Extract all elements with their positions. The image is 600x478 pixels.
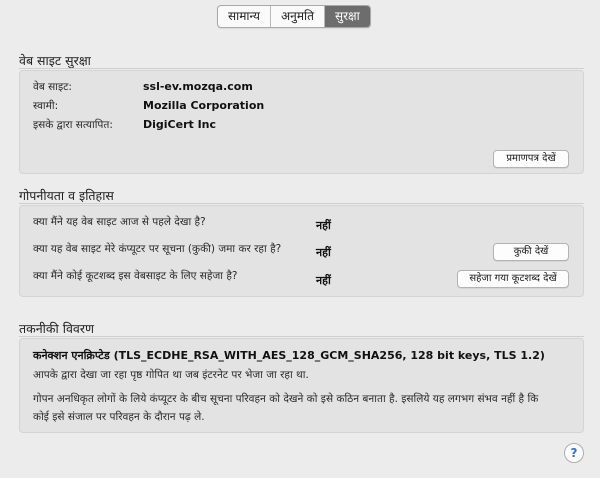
help-button[interactable]: ? bbox=[564, 443, 584, 463]
encryption-explanation-line2: कोई इसे संजाल पर परिवहन के दौरान पढ़ ले. bbox=[33, 411, 205, 423]
tab-bar: सामान्य अनुमति सुरक्षा bbox=[217, 5, 371, 28]
website-security-title: वेब साइट सुरक्षा bbox=[19, 53, 91, 68]
visited-before-question: क्या मैंने यह वेब साइट आज से पहले देखा ह… bbox=[33, 216, 206, 228]
verified-by-value: DigiCert Inc bbox=[143, 118, 217, 131]
owner-value: Mozilla Corporation bbox=[143, 99, 265, 112]
encryption-description: आपके द्वारा देखा जा रहा पृष्ठ गोपित था ज… bbox=[33, 369, 309, 381]
tab-general[interactable]: सामान्य bbox=[218, 6, 272, 27]
website-label: वेब साइट: bbox=[33, 81, 72, 93]
view-certificate-button[interactable]: प्रमाणपत्र देखें bbox=[493, 150, 569, 168]
connection-encrypted-heading: कनेक्शन एनक्रिप्टेड (TLS_ECDHE_RSA_WITH_… bbox=[33, 349, 545, 362]
cookies-answer: नहीं bbox=[316, 246, 331, 259]
owner-label: स्वामी: bbox=[33, 100, 59, 112]
view-cookies-button[interactable]: कुकी देखें bbox=[493, 243, 569, 261]
encryption-explanation-line1: गोपन अनधिकृत लोगों के लिये कंप्यूटर के ब… bbox=[33, 393, 539, 405]
privacy-history-title: गोपनीयता व इतिहास bbox=[19, 188, 114, 203]
privacy-history-group: क्या मैंने यह वेब साइट आज से पहले देखा ह… bbox=[19, 205, 584, 297]
technical-details-group: कनेक्शन एनक्रिप्टेड (TLS_ECDHE_RSA_WITH_… bbox=[19, 338, 584, 433]
website-security-divider bbox=[19, 68, 584, 69]
website-value: ssl-ev.mozqa.com bbox=[143, 80, 253, 93]
privacy-history-divider bbox=[19, 203, 584, 204]
saved-passwords-answer: नहीं bbox=[316, 274, 331, 287]
tab-security[interactable]: सुरक्षा bbox=[324, 6, 370, 27]
saved-passwords-question: क्या मैंने कोई कूटशब्द इस वेबसाइट के लिए… bbox=[33, 270, 238, 282]
view-saved-passwords-button[interactable]: सहेजा गया कूटशब्द देखें bbox=[457, 270, 569, 288]
tab-permissions[interactable]: अनुमति bbox=[271, 6, 325, 27]
cookies-question: क्या यह वेब साइट मेरे कंप्यूटर पर सूचना … bbox=[33, 243, 282, 255]
visited-before-answer: नहीं bbox=[316, 219, 331, 232]
website-security-group: वेब साइट: ssl-ev.mozqa.com स्वामी: Mozil… bbox=[19, 70, 584, 174]
verified-by-label: इसके द्वारा सत्यापित: bbox=[33, 119, 113, 131]
technical-details-divider bbox=[19, 336, 584, 337]
technical-details-title: तकनीकी विवरण bbox=[19, 321, 94, 336]
